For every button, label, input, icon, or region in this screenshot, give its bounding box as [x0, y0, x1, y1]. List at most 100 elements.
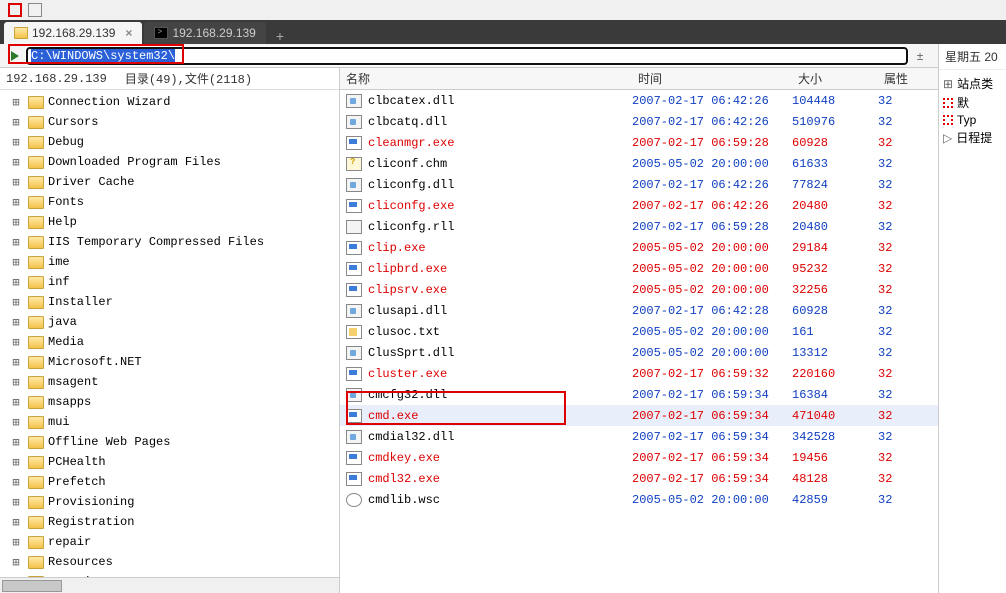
- tree-folder[interactable]: ⊞Driver Cache: [8, 172, 339, 192]
- file-row[interactable]: clbcatq.dll2007-02-17 06:42:2651097632: [340, 111, 938, 132]
- tree-folder[interactable]: ⊞Microsoft.NET: [8, 352, 339, 372]
- tree-folder[interactable]: ⊞Media: [8, 332, 339, 352]
- tree-folder[interactable]: ⊞Downloaded Program Files: [8, 152, 339, 172]
- file-row[interactable]: cmdlib.wsc2005-05-02 20:00:004285932: [340, 489, 938, 510]
- tree-folder[interactable]: ⊞Help: [8, 212, 339, 232]
- side-panel-item[interactable]: 默: [943, 93, 1002, 112]
- folder-icon: [28, 256, 44, 269]
- file-row[interactable]: cleanmgr.exe2007-02-17 06:59:286092832: [340, 132, 938, 153]
- file-row[interactable]: cluster.exe2007-02-17 06:59:3222016032: [340, 363, 938, 384]
- col-size[interactable]: 大小: [792, 70, 878, 87]
- tree-folder[interactable]: ⊞Cursors: [8, 112, 339, 132]
- tree-folder[interactable]: ⊞Provisioning: [8, 492, 339, 512]
- expand-icon[interactable]: ⊞: [8, 435, 24, 450]
- tab[interactable]: 192.168.29.139×: [4, 22, 142, 44]
- tree-folder[interactable]: ⊞ ime: [8, 252, 339, 272]
- tree-folder[interactable]: ⊞Registration: [8, 512, 339, 532]
- tree-folder[interactable]: ⊞PCHealth: [8, 452, 339, 472]
- file-size: 48128: [792, 472, 878, 486]
- tree-folder[interactable]: ⊞mui: [8, 412, 339, 432]
- tree-folder[interactable]: ⊞ Debug: [8, 132, 339, 152]
- file-row[interactable]: cmdkey.exe2007-02-17 06:59:341945632: [340, 447, 938, 468]
- scrollbar-thumb[interactable]: [2, 580, 62, 592]
- file-row[interactable]: clipsrv.exe2005-05-02 20:00:003225632: [340, 279, 938, 300]
- file-row[interactable]: cmd.exe2007-02-17 06:59:3447104032: [340, 405, 938, 426]
- expand-icon[interactable]: ⊞: [8, 195, 24, 210]
- expand-icon[interactable]: ⊞: [8, 415, 24, 430]
- file-row[interactable]: cliconf.chm2005-05-02 20:00:006163332: [340, 153, 938, 174]
- col-name[interactable]: 名称: [340, 70, 632, 87]
- file-row[interactable]: clip.exe2005-05-02 20:00:002918432: [340, 237, 938, 258]
- expand-icon[interactable]: ⊞: [8, 335, 24, 350]
- folder-icon: [28, 436, 44, 449]
- tree-folder[interactable]: ⊞Installer: [8, 292, 339, 312]
- go-button[interactable]: [4, 46, 26, 66]
- tree-folder[interactable]: ⊞repair: [8, 532, 339, 552]
- tree-folder[interactable]: ⊞msapps: [8, 392, 339, 412]
- col-attr[interactable]: 属性: [878, 70, 938, 87]
- tree-folder[interactable]: ⊞msagent: [8, 372, 339, 392]
- plus-minus-button[interactable]: ±: [908, 49, 932, 63]
- tree-folder[interactable]: ⊞Fonts: [8, 192, 339, 212]
- file-row[interactable]: cliconfg.rll2007-02-17 06:59:282048032: [340, 216, 938, 237]
- path-input[interactable]: [26, 47, 908, 65]
- side-panel-item[interactable]: 站点类: [943, 74, 1002, 93]
- side-panel-item[interactable]: Typ: [943, 112, 1002, 128]
- file-column-headers[interactable]: 名称 时间 大小 属性: [340, 68, 938, 90]
- tree-folder[interactable]: ⊞Resources: [8, 552, 339, 572]
- expand-icon[interactable]: ⊞: [8, 375, 24, 390]
- file-row[interactable]: clusoc.txt2005-05-02 20:00:0016132: [340, 321, 938, 342]
- file-row[interactable]: cliconfg.exe2007-02-17 06:42:262048032: [340, 195, 938, 216]
- expand-icon[interactable]: ⊞: [8, 555, 24, 570]
- expand-icon[interactable]: ⊞: [8, 275, 24, 290]
- tree-folder[interactable]: ⊞Prefetch: [8, 472, 339, 492]
- expand-icon[interactable]: ⊞: [8, 95, 24, 110]
- file-row[interactable]: cmcfg32.dll2007-02-17 06:59:341638432: [340, 384, 938, 405]
- file-row[interactable]: clipbrd.exe2005-05-02 20:00:009523232: [340, 258, 938, 279]
- tree-hscrollbar[interactable]: [0, 577, 339, 593]
- close-icon[interactable]: ×: [125, 26, 132, 40]
- expand-icon[interactable]: ⊞: [8, 535, 24, 550]
- folder-name: Debug: [48, 135, 84, 149]
- expand-icon[interactable]: ⊞: [8, 515, 24, 530]
- file-row[interactable]: ClusSprt.dll2005-05-02 20:00:001331232: [340, 342, 938, 363]
- folder-name: ime: [48, 255, 70, 269]
- expand-icon[interactable]: ⊞: [8, 175, 24, 190]
- tree-folder[interactable]: ⊞inf: [8, 272, 339, 292]
- col-time[interactable]: 时间: [632, 70, 792, 87]
- new-tab-button[interactable]: +: [268, 28, 292, 44]
- expand-icon[interactable]: ⊞: [8, 255, 24, 270]
- expand-icon[interactable]: ⊞: [8, 355, 24, 370]
- expand-icon[interactable]: ⊞: [8, 315, 24, 330]
- tree-folder[interactable]: ⊞Connection Wizard: [8, 92, 339, 112]
- folder-tree[interactable]: ⊞Connection Wizard⊞Cursors ⊞ Debug ⊞Downloa…: [0, 90, 339, 577]
- file-attr: 32: [878, 241, 938, 255]
- file-name: cmdl32.exe: [368, 472, 632, 486]
- file-row[interactable]: cmdial32.dll2007-02-17 06:59:3434252832: [340, 426, 938, 447]
- expand-icon[interactable]: ⊞: [8, 475, 24, 490]
- file-row[interactable]: cliconfg.dll2007-02-17 06:42:267782432: [340, 174, 938, 195]
- dll-file-icon: [346, 115, 362, 129]
- side-panel-item[interactable]: 日程提: [943, 128, 1002, 147]
- expand-icon[interactable]: ⊞: [8, 295, 24, 310]
- file-row[interactable]: clbcatex.dll2007-02-17 06:42:2610444832: [340, 90, 938, 111]
- folder-icon: [28, 296, 44, 309]
- file-time: 2007-02-17 06:59:28: [632, 136, 792, 150]
- expand-icon[interactable]: ⊞: [8, 155, 24, 170]
- tree-folder[interactable]: ⊞IIS Temporary Compressed Files: [8, 232, 339, 252]
- expand-icon[interactable]: ⊞: [8, 235, 24, 250]
- expand-icon[interactable]: ⊞: [8, 395, 24, 410]
- expand-icon[interactable]: ⊞: [8, 455, 24, 470]
- expand-icon[interactable]: ⊞: [8, 495, 24, 510]
- file-row[interactable]: clusapi.dll2007-02-17 06:42:286092832: [340, 300, 938, 321]
- expand-icon[interactable]: ⊞: [8, 135, 24, 150]
- expand-icon[interactable]: ⊞: [8, 215, 24, 230]
- file-list[interactable]: clbcatex.dll2007-02-17 06:42:2610444832c…: [340, 90, 938, 593]
- file-time: 2007-02-17 06:42:28: [632, 304, 792, 318]
- tab[interactable]: 192.168.29.139: [144, 22, 265, 44]
- txt-file-icon: [346, 325, 362, 339]
- tree-folder[interactable]: ⊞java: [8, 312, 339, 332]
- tree-folder[interactable]: ⊞Offline Web Pages: [8, 432, 339, 452]
- expand-icon[interactable]: ⊞: [8, 115, 24, 130]
- file-row[interactable]: cmdl32.exe2007-02-17 06:59:344812832: [340, 468, 938, 489]
